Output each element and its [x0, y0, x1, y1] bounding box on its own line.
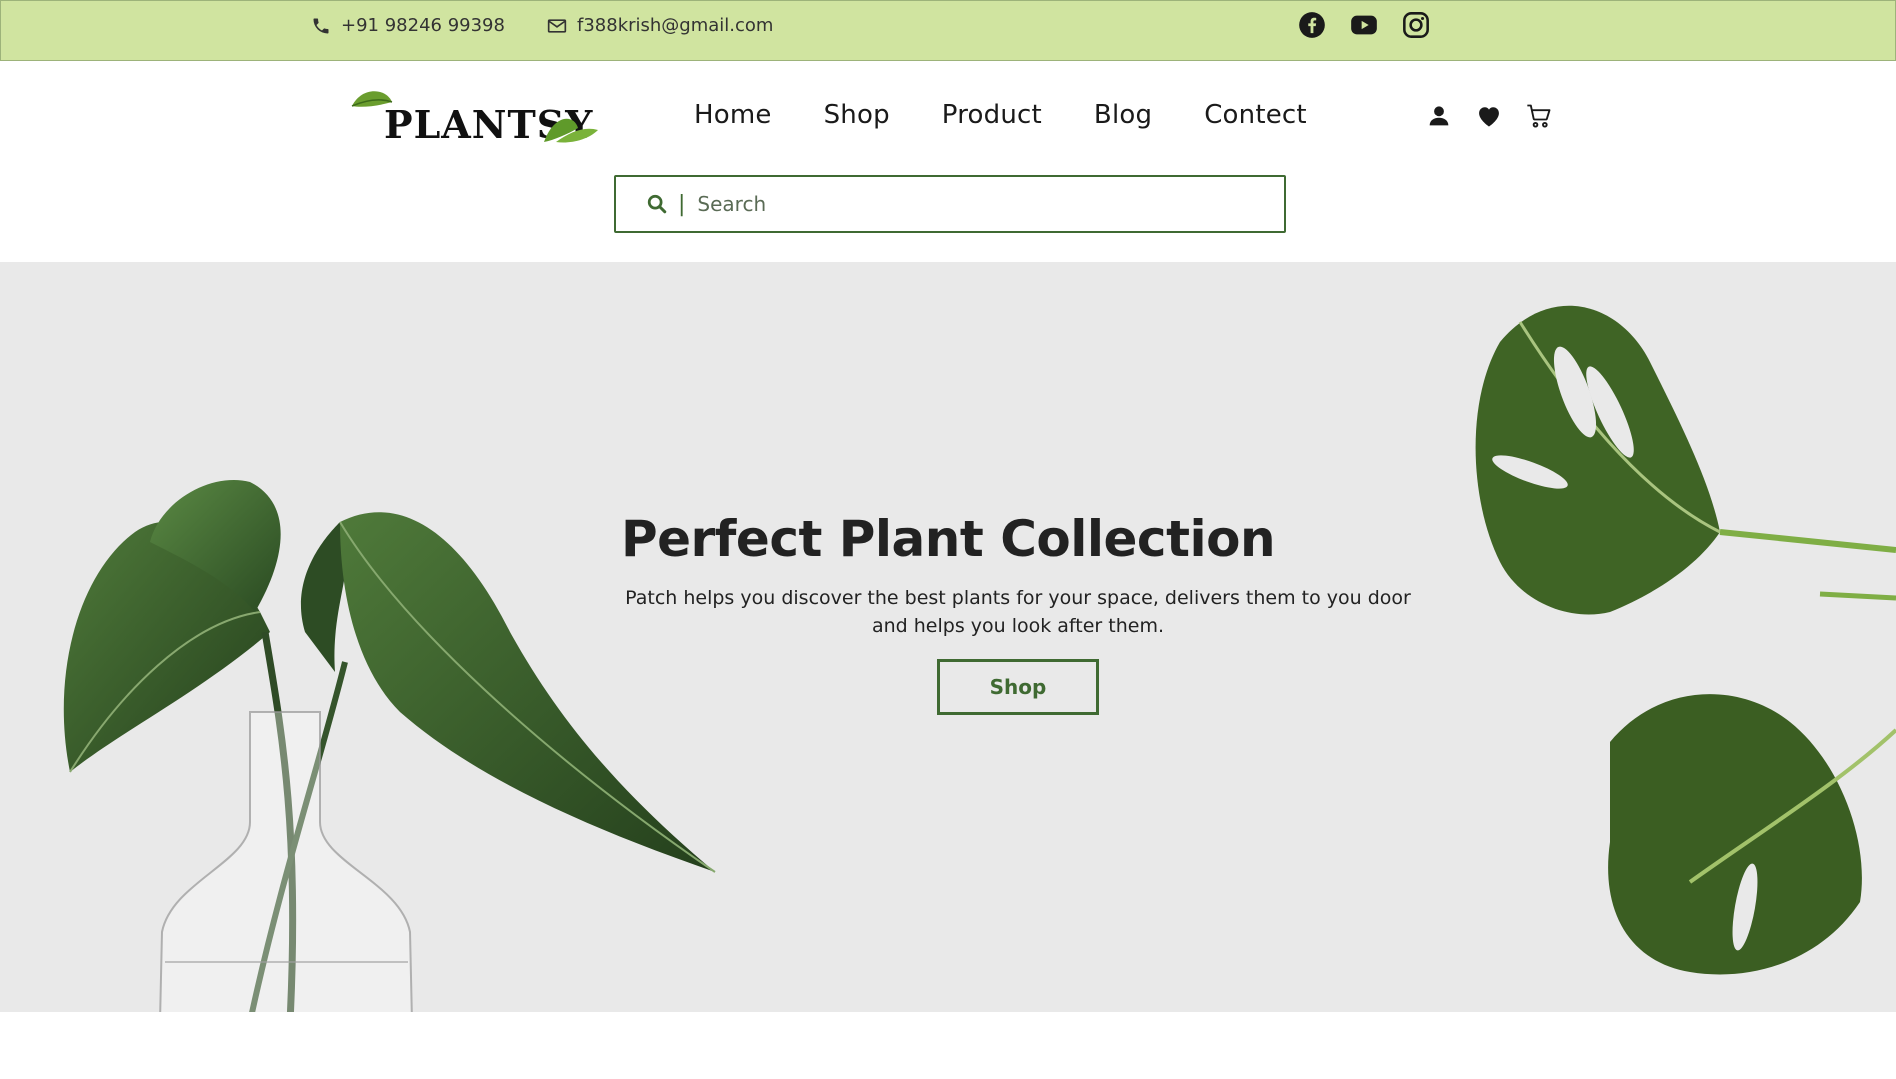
search-box: |: [614, 175, 1286, 233]
search-divider: |: [678, 191, 686, 217]
nav-shop[interactable]: Shop: [824, 100, 890, 130]
youtube-icon[interactable]: [1350, 11, 1378, 39]
cart-icon[interactable]: [1525, 102, 1553, 130]
nav-product[interactable]: Product: [942, 100, 1042, 130]
user-icon[interactable]: [1425, 102, 1453, 130]
monstera-leaves-image: [1475, 305, 1896, 975]
nav-home[interactable]: Home: [694, 100, 772, 130]
hero-description: Patch helps you discover the best plants…: [625, 587, 1411, 637]
search-input[interactable]: [697, 192, 1258, 216]
heart-icon[interactable]: [1475, 102, 1503, 130]
hero-title: Perfect Plant Collection: [620, 510, 1276, 568]
email-address: f388krish@gmail.com: [577, 15, 774, 36]
phone-icon: [313, 18, 329, 33]
hero-banner: Perfect Plant Collection Patch helps you…: [0, 262, 1896, 1012]
logo-mark: PLANTSY: [351, 91, 598, 147]
email-contact[interactable]: f388krish@gmail.com: [547, 15, 773, 36]
plantsy-logo[interactable]: PLANTSY: [348, 84, 598, 147]
nav-contact[interactable]: Contect: [1204, 100, 1307, 130]
header-actions: [1425, 102, 1553, 130]
phone-number: +91 98246 99398: [341, 15, 505, 36]
hero-shop-button[interactable]: Shop: [937, 659, 1099, 715]
search-icon[interactable]: [646, 193, 668, 215]
instagram-icon[interactable]: [1402, 11, 1430, 39]
main-nav: Home Shop Product Blog Contect: [694, 100, 1307, 130]
top-info-bar: +91 98246 99398 f388krish@gmail.com: [0, 0, 1896, 61]
nav-blog[interactable]: Blog: [1094, 100, 1152, 130]
mail-icon: [547, 18, 567, 33]
facebook-icon[interactable]: [1298, 11, 1326, 39]
phone-contact[interactable]: +91 98246 99398: [311, 15, 505, 36]
social-links: [1298, 11, 1430, 39]
